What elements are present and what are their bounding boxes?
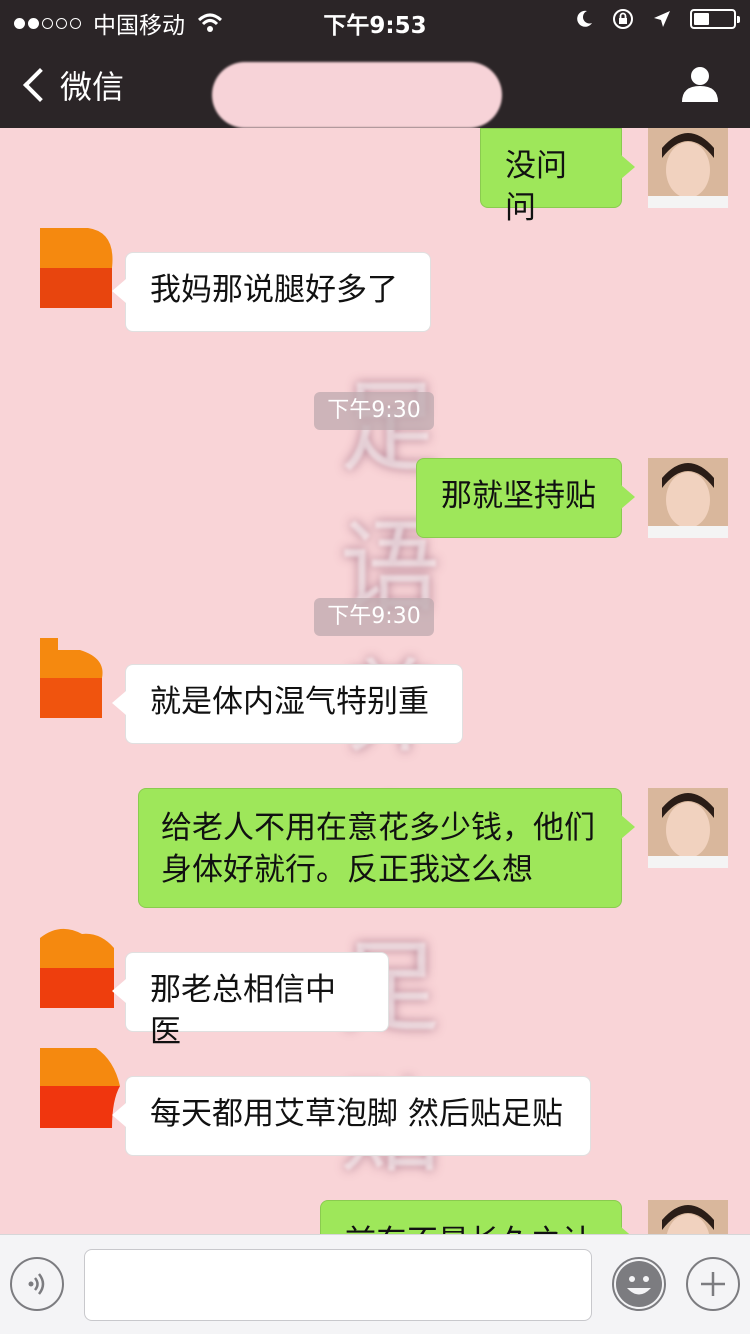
battery-icon — [690, 9, 740, 29]
contact-avatar[interactable] — [40, 1048, 120, 1128]
voice-icon — [28, 1273, 45, 1295]
message-bubble[interactable]: 那老总相信中医 — [112, 952, 389, 1050]
message-input[interactable] — [84, 1249, 592, 1321]
timestamp: 下午9:30 — [314, 598, 434, 636]
message-bubble[interactable]: 给老人不用在意花多少钱，他们身体好就行。反正我这么想 — [138, 788, 635, 908]
my-avatar[interactable] — [648, 1200, 728, 1234]
input-bar — [0, 1234, 750, 1334]
timestamp: 下午9:30 — [314, 392, 434, 430]
message-bubble[interactable]: 没问问 — [480, 128, 635, 226]
status-right-icons — [574, 8, 740, 30]
location-icon — [654, 11, 670, 27]
chat-area[interactable]: 足语养生足贴 没问问 我妈那说腿好多了 下午9:30 那就坚持贴 下午9:30 … — [0, 128, 750, 1234]
message-bubble[interactable]: 前东不是长久之计 — [320, 1200, 635, 1234]
my-avatar[interactable] — [648, 788, 728, 868]
person-icon[interactable] — [680, 64, 720, 104]
my-avatar[interactable] — [648, 128, 728, 208]
plus-button[interactable] — [686, 1257, 740, 1311]
moon-icon — [577, 10, 592, 27]
message-bubble[interactable]: 我妈那说腿好多了 — [112, 252, 431, 332]
message-bubble[interactable]: 每天都用艾草泡脚 然后贴足贴 — [112, 1076, 591, 1156]
chevron-left-icon — [23, 68, 57, 102]
voice-button[interactable] — [10, 1257, 64, 1311]
back-label: 微信 — [60, 68, 125, 106]
blurred-chat-title — [212, 62, 502, 128]
message-bubble[interactable]: 那就坚持贴 — [416, 458, 635, 538]
my-avatar[interactable] — [648, 458, 728, 538]
contact-avatar[interactable] — [40, 638, 120, 718]
contact-avatar[interactable] — [40, 228, 120, 308]
emoji-button[interactable] — [612, 1257, 666, 1311]
status-bar: 中国移动 下午9:53 — [0, 0, 750, 40]
plus-icon — [701, 1272, 725, 1296]
emoji-icon — [616, 1261, 662, 1307]
contact-avatar[interactable] — [40, 928, 120, 1008]
back-button[interactable]: 微信 — [20, 62, 124, 108]
top-bar: 中国移动 下午9:53 微信 — [0, 0, 750, 128]
rotation-lock-icon — [613, 9, 633, 29]
message-bubble[interactable]: 就是体内湿气特别重 — [112, 664, 463, 744]
